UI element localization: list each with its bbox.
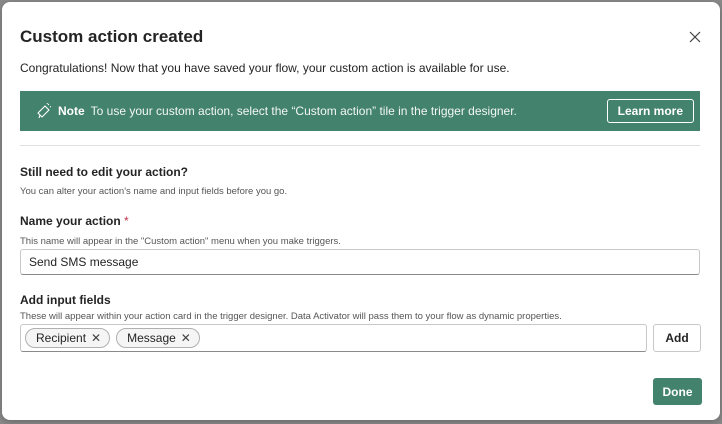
tag-remove-icon[interactable]: ✕ <box>181 331 191 345</box>
note-label: Note <box>58 104 85 118</box>
tag-recipient: Recipient ✕ <box>25 328 111 348</box>
action-name-input[interactable] <box>20 249 700 275</box>
edit-section-heading: Still need to edit your action? <box>20 165 189 179</box>
name-section-heading: Name your action * <box>20 214 129 228</box>
note-text: To use your custom action, select the “C… <box>90 104 517 118</box>
input-fields-tag-field[interactable]: Recipient ✕ Message ✕ <box>20 324 647 352</box>
required-marker: * <box>124 214 129 228</box>
add-field-button[interactable]: Add <box>653 324 701 352</box>
edit-section-description: You can alter your action's name and inp… <box>20 186 288 197</box>
megaphone-icon <box>36 102 52 119</box>
close-icon[interactable] <box>686 28 704 46</box>
dialog-title: Custom action created <box>20 27 204 46</box>
input-fields-heading: Add input fields <box>20 293 111 307</box>
note-banner: Note To use your custom action, select t… <box>20 91 700 131</box>
name-section-description: This name will appear in the "Custom act… <box>20 236 341 247</box>
learn-more-button[interactable]: Learn more <box>606 99 694 123</box>
tag-remove-icon[interactable]: ✕ <box>91 331 101 345</box>
tag-message: Message ✕ <box>116 328 200 348</box>
input-fields-description: These will appear within your action car… <box>20 311 562 322</box>
tag-label: Message <box>127 331 176 345</box>
divider <box>20 145 700 146</box>
done-button[interactable]: Done <box>653 378 702 405</box>
custom-action-dialog: Custom action created Congratulations! N… <box>2 2 720 420</box>
dialog-subtitle: Congratulations! Now that you have saved… <box>20 61 510 75</box>
name-section-label: Name your action <box>20 214 121 228</box>
tag-label: Recipient <box>36 331 87 345</box>
